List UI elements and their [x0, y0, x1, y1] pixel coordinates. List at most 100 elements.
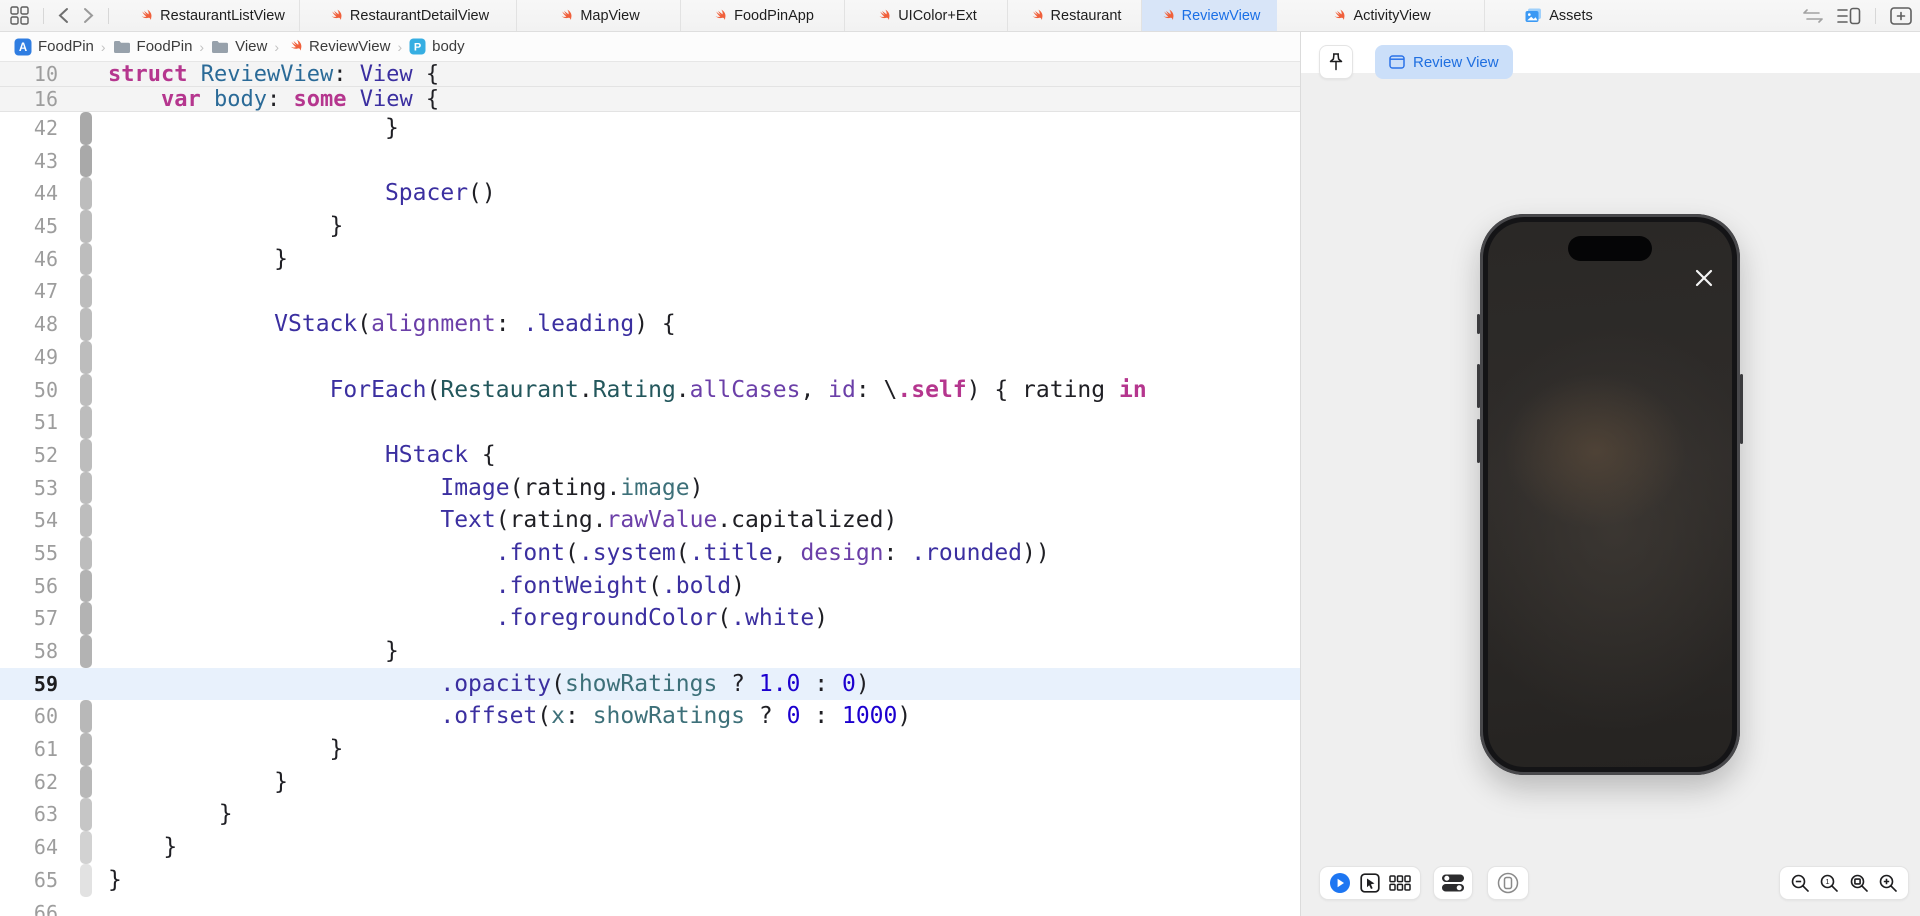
line-number[interactable]: 66: [0, 897, 64, 916]
line-number[interactable]: 10: [0, 62, 64, 86]
tab-reviewview-active[interactable]: ReviewView: [1142, 0, 1277, 31]
breadcrumb-item-folder[interactable]: FoodPin: [113, 38, 192, 55]
line-number[interactable]: 48: [0, 308, 64, 341]
code-text[interactable]: var body: some View {: [108, 87, 439, 112]
variants-mode-button[interactable]: [1389, 875, 1411, 891]
code-text[interactable]: .offset(x: showRatings ? 0 : 1000): [108, 700, 911, 733]
code-line[interactable]: 46 }: [0, 242, 1300, 276]
code-line[interactable]: 42 }: [0, 112, 1300, 145]
code-line[interactable]: 10 struct ReviewView: View {: [0, 62, 1300, 87]
fold-ribbon[interactable]: [80, 863, 92, 897]
fold-ribbon[interactable]: [80, 897, 92, 916]
fold-ribbon[interactable]: [80, 406, 92, 439]
code-line[interactable]: 56 .fontWeight(.bold): [0, 569, 1300, 603]
forward-button[interactable]: [83, 7, 94, 24]
tab-uicolor-ext[interactable]: UIColor+Ext: [845, 0, 1008, 31]
code-line[interactable]: 55 .font(.system(.title, design: .rounde…: [0, 536, 1300, 570]
add-editor-icon[interactable]: [1890, 7, 1912, 25]
line-number[interactable]: 61: [0, 733, 64, 766]
fold-ribbon[interactable]: [80, 569, 92, 603]
code-line[interactable]: 63 }: [0, 798, 1300, 832]
code-text[interactable]: }: [108, 733, 344, 766]
code-text[interactable]: Image(rating.image): [108, 472, 703, 505]
code-line[interactable]: 65}: [0, 863, 1300, 897]
code-line[interactable]: 43: [0, 144, 1300, 178]
code-line[interactable]: 49: [0, 340, 1300, 374]
line-number[interactable]: 51: [0, 406, 64, 439]
fold-ribbon[interactable]: [80, 112, 92, 145]
zoom-out-button[interactable]: [1790, 873, 1810, 893]
close-icon[interactable]: [1692, 266, 1716, 290]
fold-ribbon[interactable]: [80, 373, 92, 407]
fold-ribbon[interactable]: [80, 831, 92, 864]
fold-ribbon[interactable]: [80, 536, 92, 570]
code-line[interactable]: 52 HStack {: [0, 438, 1300, 472]
back-button[interactable]: [58, 7, 69, 24]
editor-options-icon[interactable]: [1837, 7, 1861, 25]
tab-restaurantlistview[interactable]: RestaurantListView: [123, 0, 300, 31]
code-line[interactable]: 61 }: [0, 733, 1300, 766]
code-text[interactable]: .font(.system(.title, design: .rounded)): [108, 537, 1050, 570]
device-bezels-button[interactable]: [1487, 866, 1529, 900]
pin-preview-button[interactable]: [1319, 45, 1353, 79]
code-line[interactable]: 44 Spacer(): [0, 177, 1300, 211]
line-number[interactable]: 49: [0, 341, 64, 374]
fold-ribbon[interactable]: [80, 438, 92, 472]
tab-mapview[interactable]: MapView: [517, 0, 681, 31]
zoom-in-button[interactable]: [1878, 873, 1898, 893]
live-preview-button[interactable]: [1329, 872, 1351, 894]
line-number[interactable]: 46: [0, 243, 64, 276]
fold-ribbon[interactable]: [80, 340, 92, 374]
line-number[interactable]: 59: [0, 668, 64, 701]
line-number[interactable]: 47: [0, 275, 64, 308]
zoom-100-button[interactable]: 1: [1819, 873, 1839, 893]
code-text[interactable]: }: [108, 766, 288, 799]
fold-ribbon[interactable]: [80, 700, 92, 734]
device-settings-button[interactable]: [1433, 866, 1473, 900]
fold-ribbon[interactable]: [80, 765, 92, 799]
fold-ribbon[interactable]: [80, 668, 92, 701]
code-text[interactable]: .foregroundColor(.white): [108, 602, 828, 635]
code-line[interactable]: 62 }: [0, 765, 1300, 799]
code-line[interactable]: 57 .foregroundColor(.white): [0, 602, 1300, 635]
code-line[interactable]: 59 .opacity(showRatings ? 1.0 : 0): [0, 667, 1300, 701]
source-editor[interactable]: 10 struct ReviewView: View {16 var body: …: [0, 62, 1300, 916]
code-line[interactable]: 54 Text(rating.rawValue.capitalized): [0, 504, 1300, 537]
code-text[interactable]: }: [108, 831, 177, 864]
code-text[interactable]: .opacity(showRatings ? 1.0 : 0): [108, 668, 869, 701]
fold-ribbon[interactable]: [80, 471, 92, 505]
code-line[interactable]: 50 ForEach(Restaurant.Rating.allCases, i…: [0, 373, 1300, 407]
selectable-mode-button[interactable]: [1360, 873, 1380, 893]
code-line[interactable]: 64 }: [0, 831, 1300, 864]
code-text[interactable]: VStack(alignment: .leading) {: [108, 308, 676, 341]
line-number[interactable]: 56: [0, 570, 64, 603]
breadcrumb-item-file[interactable]: ReviewView: [286, 38, 390, 55]
line-number[interactable]: 57: [0, 602, 64, 635]
code-text[interactable]: Spacer(): [108, 177, 496, 210]
tab-assets[interactable]: Assets: [1485, 0, 1633, 31]
code-text[interactable]: Text(rating.rawValue.capitalized): [108, 504, 897, 537]
line-number[interactable]: 62: [0, 766, 64, 799]
tab-restaurantdetailview[interactable]: RestaurantDetailView: [300, 0, 517, 31]
compare-arrows-icon[interactable]: [1803, 8, 1823, 24]
breadcrumb-item-folder[interactable]: View: [211, 38, 267, 55]
line-number[interactable]: 42: [0, 112, 64, 145]
line-number[interactable]: 44: [0, 177, 64, 210]
code-line[interactable]: 53 Image(rating.image): [0, 471, 1300, 505]
code-text[interactable]: struct ReviewView: View {: [108, 62, 439, 87]
line-number[interactable]: 55: [0, 537, 64, 570]
code-line[interactable]: 47: [0, 275, 1300, 309]
tab-restaurant[interactable]: Restaurant: [1008, 0, 1142, 31]
zoom-fit-button[interactable]: [1849, 873, 1869, 893]
code-text[interactable]: ForEach(Restaurant.Rating.allCases, id: …: [108, 374, 1147, 407]
fold-ribbon[interactable]: [80, 144, 92, 178]
line-number[interactable]: 63: [0, 798, 64, 831]
code-line[interactable]: 45 }: [0, 210, 1300, 243]
line-number[interactable]: 53: [0, 472, 64, 505]
line-number[interactable]: 52: [0, 439, 64, 472]
code-text[interactable]: }: [108, 864, 122, 897]
code-line[interactable]: 16 var body: some View {: [0, 87, 1300, 112]
line-number[interactable]: 45: [0, 210, 64, 243]
code-line[interactable]: 51: [0, 406, 1300, 439]
line-number[interactable]: 50: [0, 374, 64, 407]
